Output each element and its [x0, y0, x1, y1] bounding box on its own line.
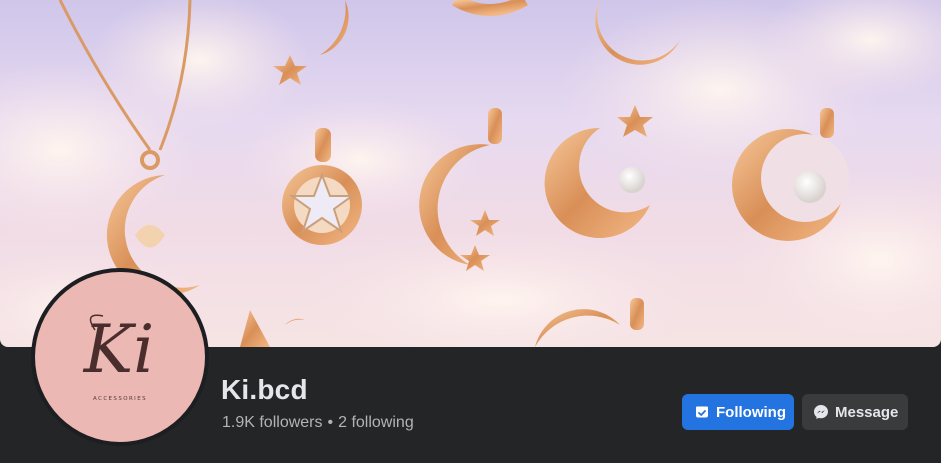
stats-separator: •: [327, 414, 334, 431]
followers-count-link[interactable]: 1.9K followers: [222, 414, 323, 431]
following-count-link[interactable]: 2 following: [338, 414, 414, 431]
messenger-icon: [813, 404, 829, 420]
logo-subtext: ACCESSORIES: [93, 396, 147, 402]
following-button-label: Following: [716, 403, 786, 421]
page-title: Ki.bcd: [221, 374, 308, 405]
message-button-label: Message: [835, 403, 899, 421]
checked-page-icon: [694, 404, 710, 420]
avatar[interactable]: Ki ACCESSORIES: [31, 268, 209, 446]
message-button[interactable]: Message: [802, 394, 908, 430]
page-stats: 1.9K followers • 2 following: [222, 413, 414, 433]
following-button[interactable]: Following: [682, 394, 794, 430]
logo-text: Ki: [83, 311, 154, 388]
page-header: Ki ACCESSORIES Ki.bcd 1.9K followers • 2 f…: [0, 0, 941, 463]
avatar-logo: Ki ACCESSORIES: [35, 272, 205, 442]
